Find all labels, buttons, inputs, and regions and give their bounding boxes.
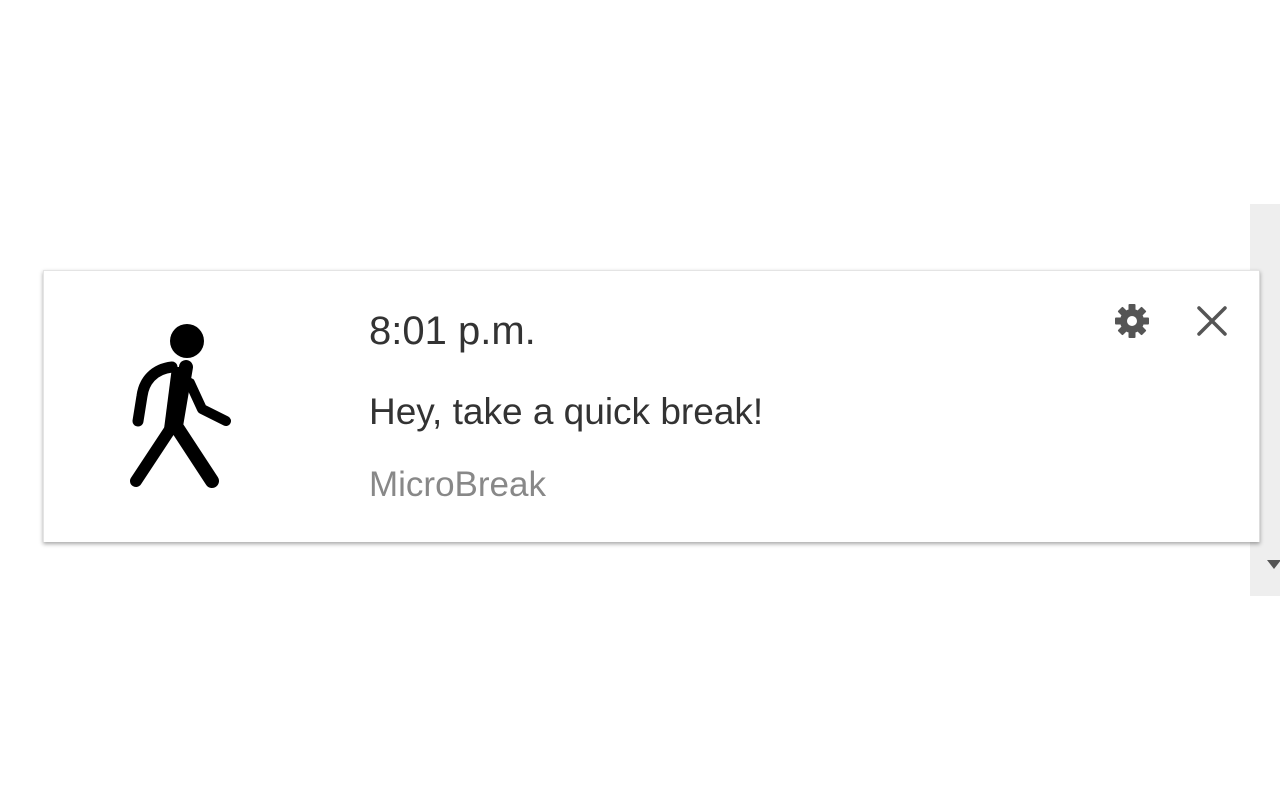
- walking-person-icon: [130, 324, 231, 488]
- scroll-down-arrow-icon[interactable]: [1267, 560, 1280, 569]
- close-button[interactable]: [1190, 299, 1234, 343]
- notification-message: Hey, take a quick break!: [369, 391, 764, 432]
- notification-time: 8:01 p.m.: [369, 309, 536, 353]
- gear-icon: [1115, 304, 1149, 338]
- settings-button[interactable]: [1110, 299, 1154, 343]
- close-icon: [1197, 306, 1227, 336]
- notification-source: MicroBreak: [369, 465, 546, 504]
- notification-card[interactable]: 8:01 p.m. Hey, take a quick break! Micro…: [43, 270, 1260, 542]
